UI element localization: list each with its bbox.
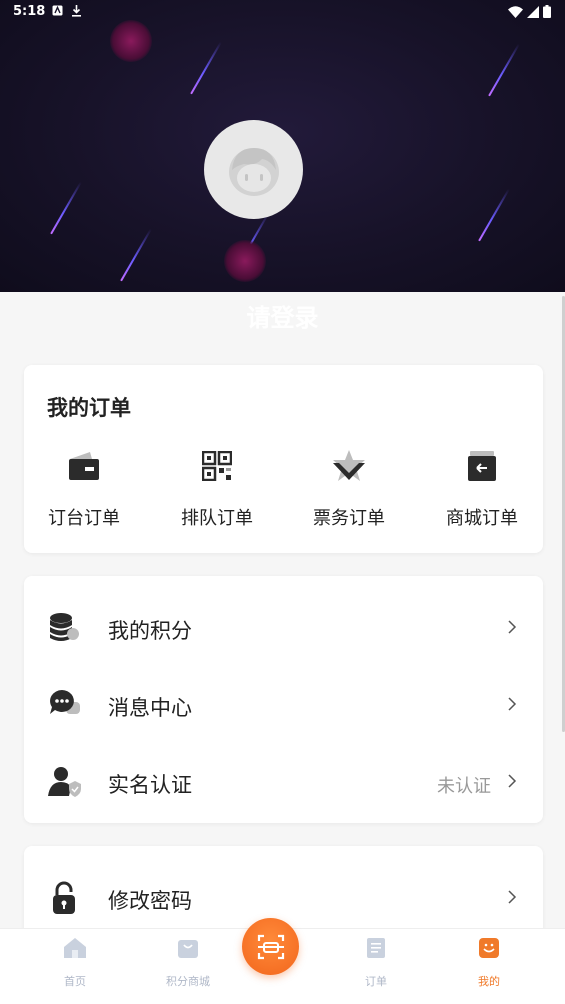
order-item-queue[interactable]: 排队订单 bbox=[157, 447, 277, 530]
account-menu-card: 我的积分 消息中心 实名认证 未认证 bbox=[24, 576, 543, 823]
shopping-bag-icon bbox=[178, 940, 198, 958]
menu-item-label: 修改密码 bbox=[108, 889, 192, 913]
orders-title: 我的订单 bbox=[47, 396, 131, 420]
chevron-right-icon bbox=[508, 620, 517, 634]
scan-button[interactable] bbox=[242, 918, 299, 975]
order-item-mall[interactable]: 商城订单 bbox=[422, 447, 542, 530]
document-icon bbox=[367, 938, 385, 958]
status-time: 5:18 bbox=[13, 4, 46, 19]
qr-code-icon bbox=[202, 451, 232, 481]
chevron-right-icon bbox=[508, 774, 517, 788]
wifi-icon bbox=[508, 5, 523, 18]
menu-item-label: 我的积分 bbox=[108, 619, 192, 643]
verification-status: 未认证 bbox=[437, 776, 491, 797]
coins-icon bbox=[50, 613, 79, 641]
lock-icon bbox=[53, 881, 75, 914]
order-item-label: 订台订单 bbox=[48, 508, 120, 529]
decorative-streak bbox=[120, 228, 152, 282]
box-return-icon bbox=[468, 451, 496, 481]
tab-home[interactable]: 首页 bbox=[30, 933, 120, 989]
status-notifications bbox=[52, 5, 82, 17]
avatar[interactable] bbox=[204, 120, 303, 219]
profile-header: 5:18 bbox=[0, 0, 565, 292]
decorative-glow bbox=[110, 20, 152, 62]
status-bar: 5:18 bbox=[0, 0, 565, 24]
battery-icon bbox=[543, 5, 551, 18]
order-item-table[interactable]: 订台订单 bbox=[24, 447, 144, 530]
scan-icon bbox=[257, 934, 284, 959]
my-orders-card: 我的订单 订台订单 排队订单 票务订单 商城订单 bbox=[24, 365, 543, 553]
login-link[interactable]: 请登录 bbox=[0, 298, 565, 333]
menu-item-points[interactable]: 我的积分 bbox=[24, 589, 543, 666]
tab-mine[interactable]: 我的 bbox=[444, 933, 534, 989]
tab-label: 首页 bbox=[64, 975, 86, 988]
signal-icon bbox=[527, 5, 539, 18]
decorative-streak bbox=[190, 41, 222, 95]
tab-points-mall[interactable]: 积分商城 bbox=[143, 933, 233, 989]
order-item-label: 商城订单 bbox=[446, 508, 518, 529]
star-check-icon bbox=[333, 450, 365, 481]
download-icon bbox=[72, 5, 81, 17]
chat-icon bbox=[50, 690, 80, 714]
menu-item-messages[interactable]: 消息中心 bbox=[24, 666, 543, 743]
default-avatar-icon bbox=[228, 147, 279, 196]
user-verify-icon bbox=[48, 767, 81, 797]
status-system-icons bbox=[508, 5, 551, 18]
wallet-icon bbox=[69, 452, 99, 480]
decorative-glow bbox=[224, 240, 266, 282]
chevron-right-icon bbox=[508, 890, 517, 904]
menu-item-label: 消息中心 bbox=[108, 696, 192, 720]
menu-item-label: 实名认证 bbox=[108, 773, 192, 797]
decorative-streak bbox=[50, 181, 82, 235]
decorative-streak bbox=[488, 43, 520, 97]
chevron-right-icon bbox=[508, 697, 517, 711]
tab-label: 我的 bbox=[478, 975, 500, 988]
decorative-streak bbox=[478, 188, 510, 242]
order-item-label: 排队订单 bbox=[181, 508, 253, 529]
home-icon bbox=[64, 938, 86, 958]
page: 5:18 请登录 我的订单 订台订单 排队订单 票务订单 商城订单 我的积分 消… bbox=[0, 0, 565, 1004]
tab-label: 积分商城 bbox=[166, 975, 210, 988]
menu-item-verification[interactable]: 实名认证 未认证 bbox=[24, 743, 543, 820]
tab-label: 订单 bbox=[365, 975, 387, 988]
order-item-ticket[interactable]: 票务订单 bbox=[289, 447, 409, 530]
app-notification-icon bbox=[52, 5, 63, 16]
profile-icon bbox=[479, 938, 499, 958]
order-item-label: 票务订单 bbox=[313, 508, 385, 529]
tab-orders[interactable]: 订单 bbox=[331, 933, 421, 989]
